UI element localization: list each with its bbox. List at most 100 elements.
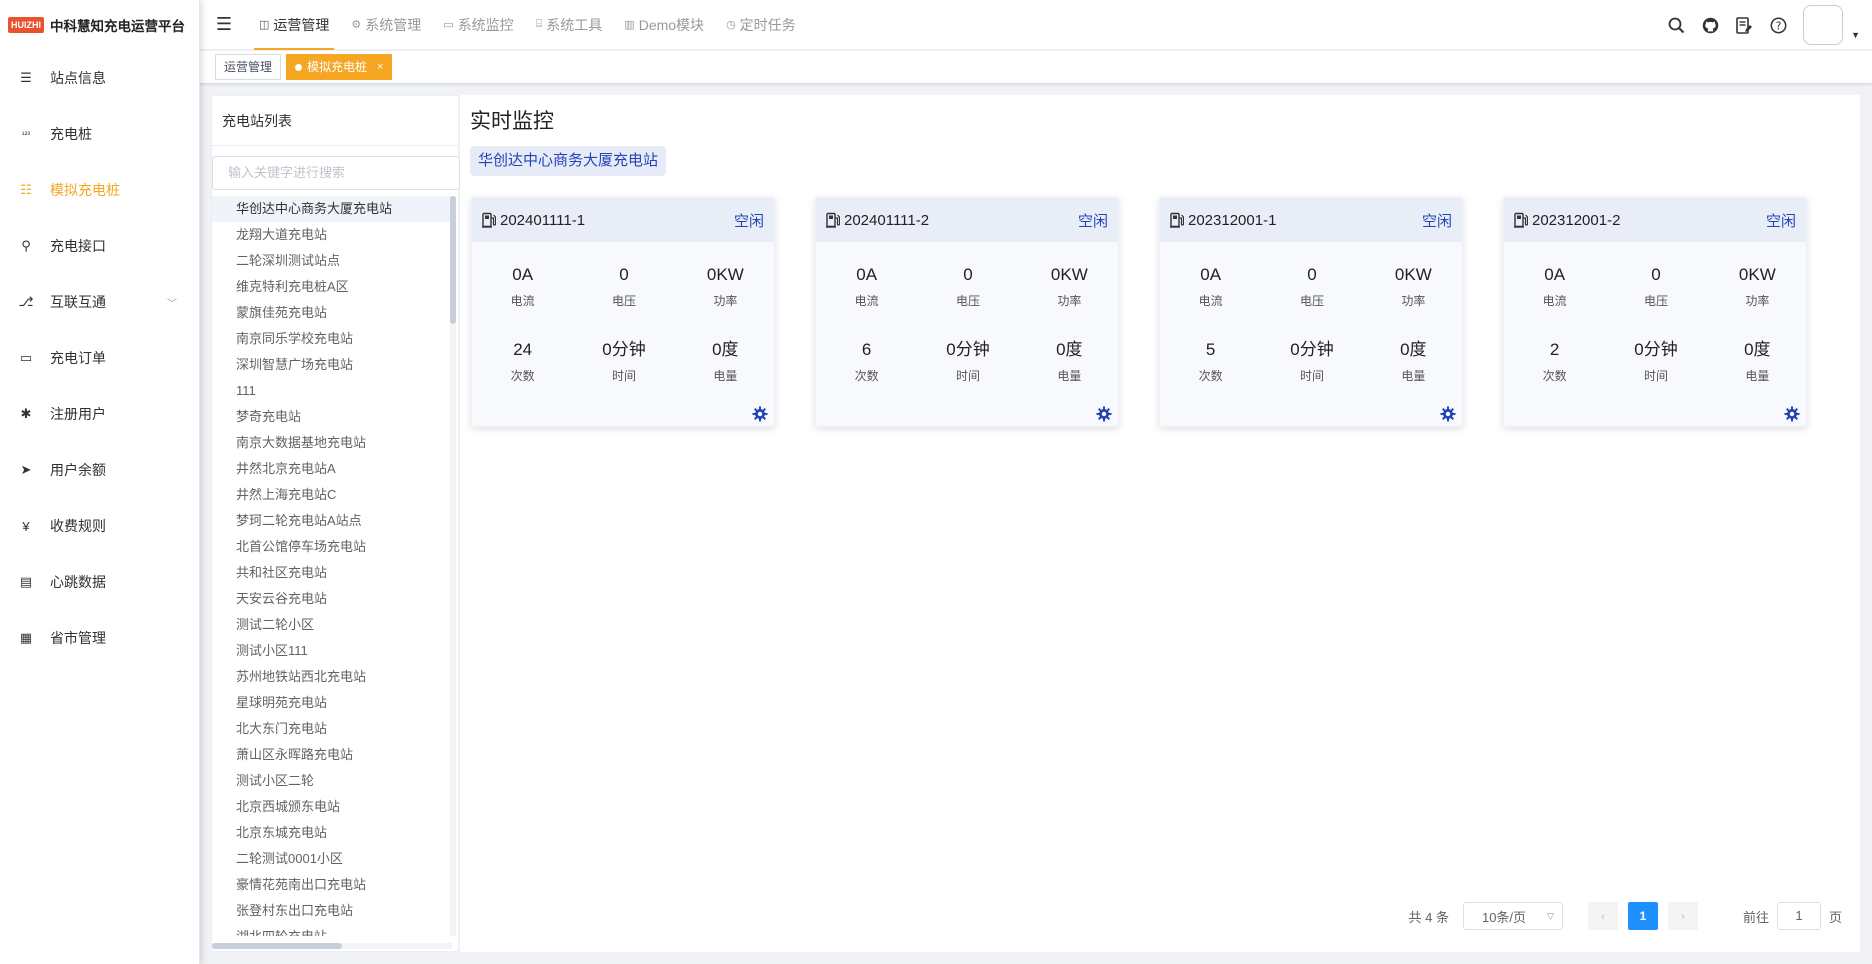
- station-search-input[interactable]: 输入关键字进行搜索: [212, 156, 460, 190]
- station-list-item[interactable]: 南京同乐学校充电站: [212, 326, 450, 352]
- station-list-item[interactable]: 井然上海充电站C: [212, 482, 450, 508]
- station-list-item[interactable]: 湖北四轮充电站: [212, 924, 450, 936]
- search-icon[interactable]: [1659, 0, 1693, 50]
- station-list-item[interactable]: 共和社区充电站: [212, 560, 450, 586]
- close-icon[interactable]: ×: [377, 55, 383, 79]
- station-list-item[interactable]: 龙翔大道充电站: [212, 222, 450, 248]
- topnav-item[interactable]: ◷ 定时任务: [715, 0, 807, 50]
- station-list: 华创达中心商务大厦充电站 龙翔大道充电站 二轮深圳测试站点 维克特利充电桩A区 蒙旗佳苑…: [212, 196, 450, 936]
- document-edit-icon[interactable]: [1727, 0, 1761, 50]
- station-list-item[interactable]: 张登村东出口充电站: [212, 898, 450, 924]
- station-list-item[interactable]: 维克特利充电桩A区: [212, 274, 450, 300]
- station-list-item[interactable]: 北京东城充电站: [212, 820, 450, 846]
- stat-value: 0: [1651, 265, 1661, 284]
- station-list-item[interactable]: 北京西城颁东电站: [212, 794, 450, 820]
- station-list-item[interactable]: 蒙旗佳苑充电站: [212, 300, 450, 326]
- sidebar-item-label: 模拟充电桩: [50, 182, 120, 198]
- gear-icon[interactable]: [1784, 406, 1800, 422]
- scroll-thumb[interactable]: [212, 943, 342, 949]
- goto-page-input[interactable]: 1: [1776, 902, 1821, 930]
- next-page-button[interactable]: ›: [1667, 902, 1698, 930]
- topnav-item[interactable]: ⚙ 系统管理: [340, 0, 432, 50]
- stat-power: 0KW 功率: [1707, 264, 1808, 309]
- scroll-thumb[interactable]: [450, 196, 456, 324]
- stat-grid: 0A 电流 0 电压 0KW 功率 5 次数 0分钟 时间 0度 电量: [1160, 264, 1464, 384]
- toolbox-icon: ⌸: [535, 18, 543, 30]
- logo[interactable]: HUIZHI 中科慧知充电运营平台: [0, 0, 199, 50]
- prev-page-button[interactable]: ‹: [1587, 902, 1618, 930]
- top-header: ☰ ◫ 运营管理 ⚙ 系统管理 ▭ 系统监控 ⌸ 系统工具 ▥ Demo模块 ◷ 定时任务 ? ▼: [200, 0, 1872, 50]
- gear-icon[interactable]: [752, 406, 768, 422]
- pile-cards: 202401111-1 空闲 0A 电流 0 电压 0KW 功率 24 次数 0分钟 时间 0度 电量 20…: [471, 197, 1847, 427]
- station-list-item[interactable]: 苏州地铁站西北充电站: [212, 664, 450, 690]
- topnav-item[interactable]: ◫ 运营管理: [248, 0, 340, 50]
- station-list-item[interactable]: 二轮测试0001小区: [212, 846, 450, 872]
- sidebar-item[interactable]: ☰ 站点信息: [0, 50, 199, 106]
- tag-item[interactable]: 运营管理: [215, 54, 282, 80]
- pile-card-header: 202401111-2 空闲: [816, 198, 1118, 242]
- pile-card: 202312001-1 空闲 0A 电流 0 电压 0KW 功率 5 次数 0分钟 时间 0度 电量: [1159, 197, 1463, 427]
- page-button-current[interactable]: 1: [1627, 902, 1658, 930]
- stat-time: 0分钟 时间: [1261, 339, 1362, 384]
- help-icon[interactable]: ?: [1761, 0, 1795, 50]
- station-list-item[interactable]: 深圳智慧广场充电站: [212, 352, 450, 378]
- topnav-item[interactable]: ⌸ 系统工具: [525, 0, 614, 50]
- station-list-item[interactable]: 天安云谷充电站: [212, 586, 450, 612]
- sidebar-item[interactable]: ➤ 用户余额: [0, 442, 199, 498]
- stat-value: 0度: [1744, 340, 1771, 359]
- pile-card: 202401111-2 空闲 0A 电流 0 电压 0KW 功率 6 次数 0分钟 时间 0度 电量: [815, 197, 1119, 427]
- pile-card: 202401111-1 空闲 0A 电流 0 电压 0KW 功率 24 次数 0分钟 时间 0度 电量: [471, 197, 775, 427]
- station-list-item[interactable]: 南京大数据基地充电站: [212, 430, 450, 456]
- gear-icon: ⚙: [351, 19, 362, 31]
- sidebar-item[interactable]: ⚲ 充电接口: [0, 218, 199, 274]
- stat-grid: 0A 电流 0 电压 0KW 功率 24 次数 0分钟 时间 0度 电量: [472, 264, 776, 384]
- stat-value: 0度: [1056, 340, 1083, 359]
- station-list-item[interactable]: 梦奇充电站: [212, 404, 450, 430]
- station-list-item[interactable]: 111: [212, 378, 450, 404]
- hamburger-icon[interactable]: ☰: [200, 0, 248, 50]
- station-list-item[interactable]: 星球明苑充电站: [212, 690, 450, 716]
- sidebar-item[interactable]: ¥ 收费规则: [0, 498, 199, 554]
- station-list-item[interactable]: 北首公馆停车场充电站: [212, 534, 450, 560]
- station-list-item[interactable]: 豪情花苑南出口充电站: [212, 872, 450, 898]
- stat-label: 电流: [1542, 294, 1567, 308]
- station-list-item[interactable]: 北大东门充电站: [212, 716, 450, 742]
- send-icon: ➤: [20, 462, 32, 477]
- gear-icon[interactable]: [1096, 406, 1112, 422]
- tree-list-icon: ☷: [20, 182, 32, 197]
- station-list-item[interactable]: 井然北京充电站A: [212, 456, 450, 482]
- horizontal-scrollbar[interactable]: [212, 943, 452, 949]
- chevron-right-icon: ›: [1680, 909, 1685, 923]
- gear-icon[interactable]: [1440, 406, 1456, 422]
- sidebar-item[interactable]: ☷ 模拟充电桩: [0, 162, 199, 218]
- stat-label: 时间: [1643, 369, 1668, 383]
- stat-value: 0A: [1544, 265, 1566, 284]
- station-list-item[interactable]: 二轮深圳测试站点: [212, 248, 450, 274]
- sidebar-item[interactable]: ✱ 注册用户: [0, 386, 199, 442]
- caret-down-icon[interactable]: ▼: [1851, 30, 1860, 40]
- station-list-item[interactable]: 测试小区111: [212, 638, 450, 664]
- topnav-item-label: Demo模块: [638, 16, 705, 33]
- topnav-item[interactable]: ▥ Demo模块: [613, 0, 715, 50]
- pagination: 共 4 条 10条/页 ▽ ‹ 1 › 前往 1 页: [1409, 902, 1842, 930]
- stat-value: 0A: [512, 265, 534, 284]
- station-list-item[interactable]: 测试二轮小区: [212, 612, 450, 638]
- pile-card-header: 202312001-1 空闲: [1160, 198, 1462, 242]
- station-list-item[interactable]: 华创达中心商务大厦充电站: [212, 196, 450, 222]
- sidebar-item[interactable]: ¹²³ 充电桩: [0, 106, 199, 162]
- topnav-item[interactable]: ▭ 系统监控: [432, 0, 524, 50]
- sidebar-item[interactable]: ⎇ 互联互通 ﹀: [0, 274, 199, 330]
- station-list-item[interactable]: 萧山区永晖路充电站: [212, 742, 450, 768]
- page-size-select[interactable]: 10条/页 ▽: [1462, 902, 1563, 930]
- sidebar-item[interactable]: ▭ 充电订单: [0, 330, 199, 386]
- tag-item[interactable]: 模拟充电桩 ×: [286, 54, 393, 80]
- sidebar-item[interactable]: ▦ 省市管理: [0, 610, 199, 666]
- station-list-item[interactable]: 梦珂二轮充电站A站点: [212, 508, 450, 534]
- sidebar-item[interactable]: ▤ 心跳数据: [0, 554, 199, 610]
- page-jumper: 前往 1 页: [1743, 902, 1842, 930]
- stat-value: 0: [619, 265, 629, 284]
- station-list-item[interactable]: 测试小区二轮: [212, 768, 450, 794]
- avatar[interactable]: [1803, 5, 1844, 45]
- vertical-scrollbar[interactable]: [450, 196, 456, 936]
- github-icon[interactable]: [1693, 0, 1727, 50]
